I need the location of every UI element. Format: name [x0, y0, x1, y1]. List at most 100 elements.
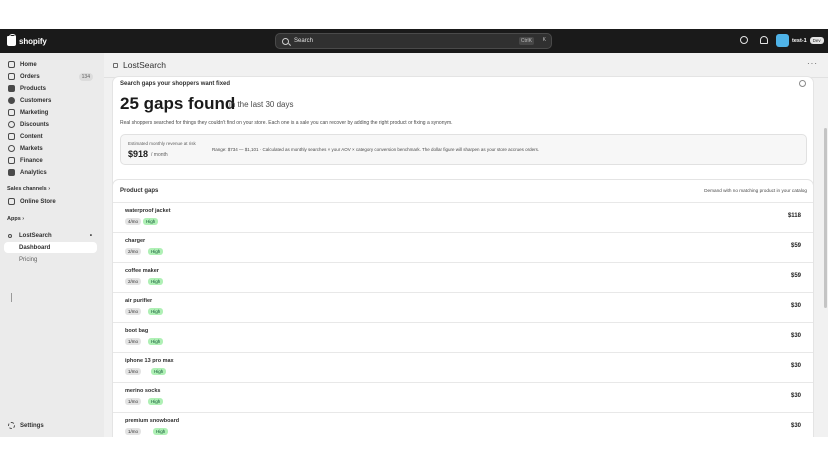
frequency-badge: 4/mo [125, 218, 142, 225]
finance-icon [8, 157, 15, 164]
frequency-badge: 1/mo [125, 338, 142, 345]
page-scrollbar[interactable] [824, 128, 827, 308]
store-menu[interactable]: test-1 Dev [776, 34, 824, 47]
pin-icon[interactable]: • [90, 233, 92, 239]
sidebar-item-customers[interactable]: Customers [4, 95, 97, 106]
gap-row[interactable]: coffee maker 2/mo High $59 [113, 262, 813, 292]
gap-row[interactable]: waterproof jacket 4/mo High $118 [113, 202, 813, 232]
gap-term: coffee maker [125, 268, 159, 274]
sales-channels-heading[interactable]: Sales channels › [7, 186, 50, 192]
gap-amount: $30 [790, 423, 801, 429]
gap-row[interactable]: air purifier 1/mo High $30 [113, 292, 813, 322]
gap-row[interactable]: iphone 13 pro max 1/mo High $30 [113, 352, 813, 382]
sidebar-item-discounts[interactable]: Discounts [4, 119, 97, 130]
frequency-badge: 2/mo [125, 248, 142, 255]
sidebar-subitem-pricing[interactable]: Pricing [4, 254, 97, 265]
gap-amount: $59 [790, 273, 801, 279]
gaps-count: 25 gaps found [120, 94, 236, 113]
sidebar-item-label: Marketing [20, 109, 49, 116]
gap-amount: $118 [787, 213, 801, 219]
info-icon[interactable] [799, 80, 806, 87]
product-gaps-note: Demand with no matching product in your … [704, 188, 807, 193]
period-label: in the last 30 days [229, 100, 294, 109]
frequency-badge: 1/mo [125, 428, 142, 435]
sidebar-item-content[interactable]: Content [4, 131, 97, 142]
search-shortcut: CtrlK [518, 37, 534, 45]
gap-row[interactable]: charger 2/mo High $59 [113, 232, 813, 262]
gap-amount: $59 [790, 243, 801, 249]
discounts-icon [8, 121, 15, 128]
sidebar-item-label: Orders [20, 73, 40, 80]
gap-amount: $30 [790, 333, 801, 339]
sidebar-item-finance[interactable]: Finance [4, 155, 97, 166]
sidebar-item-marketing[interactable]: Marketing [4, 107, 97, 118]
demand-level-badge: High [143, 218, 159, 225]
demand-level-badge: High [148, 248, 164, 255]
sidebar-item-online-store[interactable]: Online Store [4, 196, 97, 207]
search-shortcut-key: K [542, 37, 546, 43]
store-name: test-1 [792, 37, 807, 44]
marketing-icon [8, 109, 15, 116]
home-icon [8, 61, 15, 68]
app-title: LostSearch [123, 60, 166, 70]
more-actions-icon[interactable]: ··· [807, 59, 818, 68]
estimate-label: Estimated monthly revenue at risk [128, 141, 196, 146]
sidebar-item-label: Finance [20, 157, 43, 164]
search-icon [282, 37, 289, 45]
app-tree-line [11, 293, 12, 302]
frequency-badge: 1/mo [125, 398, 142, 405]
sidebar-item-settings[interactable]: Settings [4, 420, 97, 431]
search-input[interactable]: Search CtrlK K [275, 33, 552, 49]
gap-row[interactable]: premium snowboard 1/mo High $30 [113, 412, 813, 437]
sidebar-item-lostsearch[interactable]: LostSearch • [4, 230, 97, 241]
sidebar-item-label: Discounts [20, 121, 50, 128]
store-avatar [776, 34, 789, 47]
estimate-value: $918 [128, 149, 149, 159]
search-placeholder: Search [294, 38, 314, 44]
sidebar-item-markets[interactable]: Markets [4, 143, 97, 154]
sidebar-item-home[interactable]: Home [4, 59, 97, 70]
sales-channels-label: Sales channels [7, 186, 47, 192]
revenue-estimate-box: Estimated monthly revenue at risk $918 /… [120, 134, 807, 165]
gap-row[interactable]: merino socks 1/mo High $30 [113, 382, 813, 412]
sidebar-item-label: Home [20, 61, 37, 68]
app-icon [113, 62, 118, 68]
sidekick-icon[interactable] [740, 36, 748, 44]
brand-name: shopify [19, 36, 47, 46]
sidebar-subitem-label: Dashboard [19, 244, 51, 251]
sidebar-item-products[interactable]: Products [4, 83, 97, 94]
gap-term: merino socks [125, 388, 161, 394]
dev-store-badge: Dev [809, 37, 824, 44]
sidebar-item-label: Products [20, 85, 47, 92]
orders-count-badge: 134 [78, 72, 93, 81]
shopify-logo[interactable]: shopify [7, 34, 47, 46]
analytics-icon [8, 169, 15, 176]
notifications-bell-icon[interactable] [760, 36, 768, 44]
sidebar-item-label: Analytics [20, 169, 47, 176]
apps-heading[interactable]: Apps › [7, 216, 24, 222]
sidebar-item-label: LostSearch [19, 232, 52, 239]
markets-globe-icon [8, 145, 15, 152]
letterbox-bottom [0, 437, 828, 466]
gap-term: charger [125, 238, 146, 244]
sidebar-item-analytics[interactable]: Analytics [4, 167, 97, 178]
estimate-unit: / month [151, 152, 168, 158]
sidebar-subitem-dashboard[interactable]: Dashboard [4, 242, 97, 253]
apps-label: Apps [7, 216, 21, 222]
summary-title: Search gaps your shoppers want fixed [120, 81, 231, 87]
sidebar-item-label: Content [20, 133, 43, 140]
sidebar-item-label: Markets [20, 145, 43, 152]
gap-term: waterproof jacket [125, 208, 171, 214]
gap-row[interactable]: boot bag 1/mo High $30 [113, 322, 813, 352]
sidebar-item-label: Customers [20, 97, 52, 104]
sidebar-item-orders[interactable]: Orders 134 [4, 71, 97, 82]
sidebar: Home Orders 134 Products Customers Marke… [0, 53, 104, 437]
sidebar-item-label: Online Store [20, 198, 56, 205]
admin-topbar: shopify Search CtrlK K test-1 Dev [0, 29, 828, 53]
shopify-bag-icon [7, 34, 16, 46]
gap-amount: $30 [790, 393, 801, 399]
frequency-badge: 2/mo [125, 278, 142, 285]
online-store-icon [8, 198, 15, 205]
product-gaps-title: Product gaps [120, 188, 159, 194]
customers-icon [8, 97, 15, 104]
